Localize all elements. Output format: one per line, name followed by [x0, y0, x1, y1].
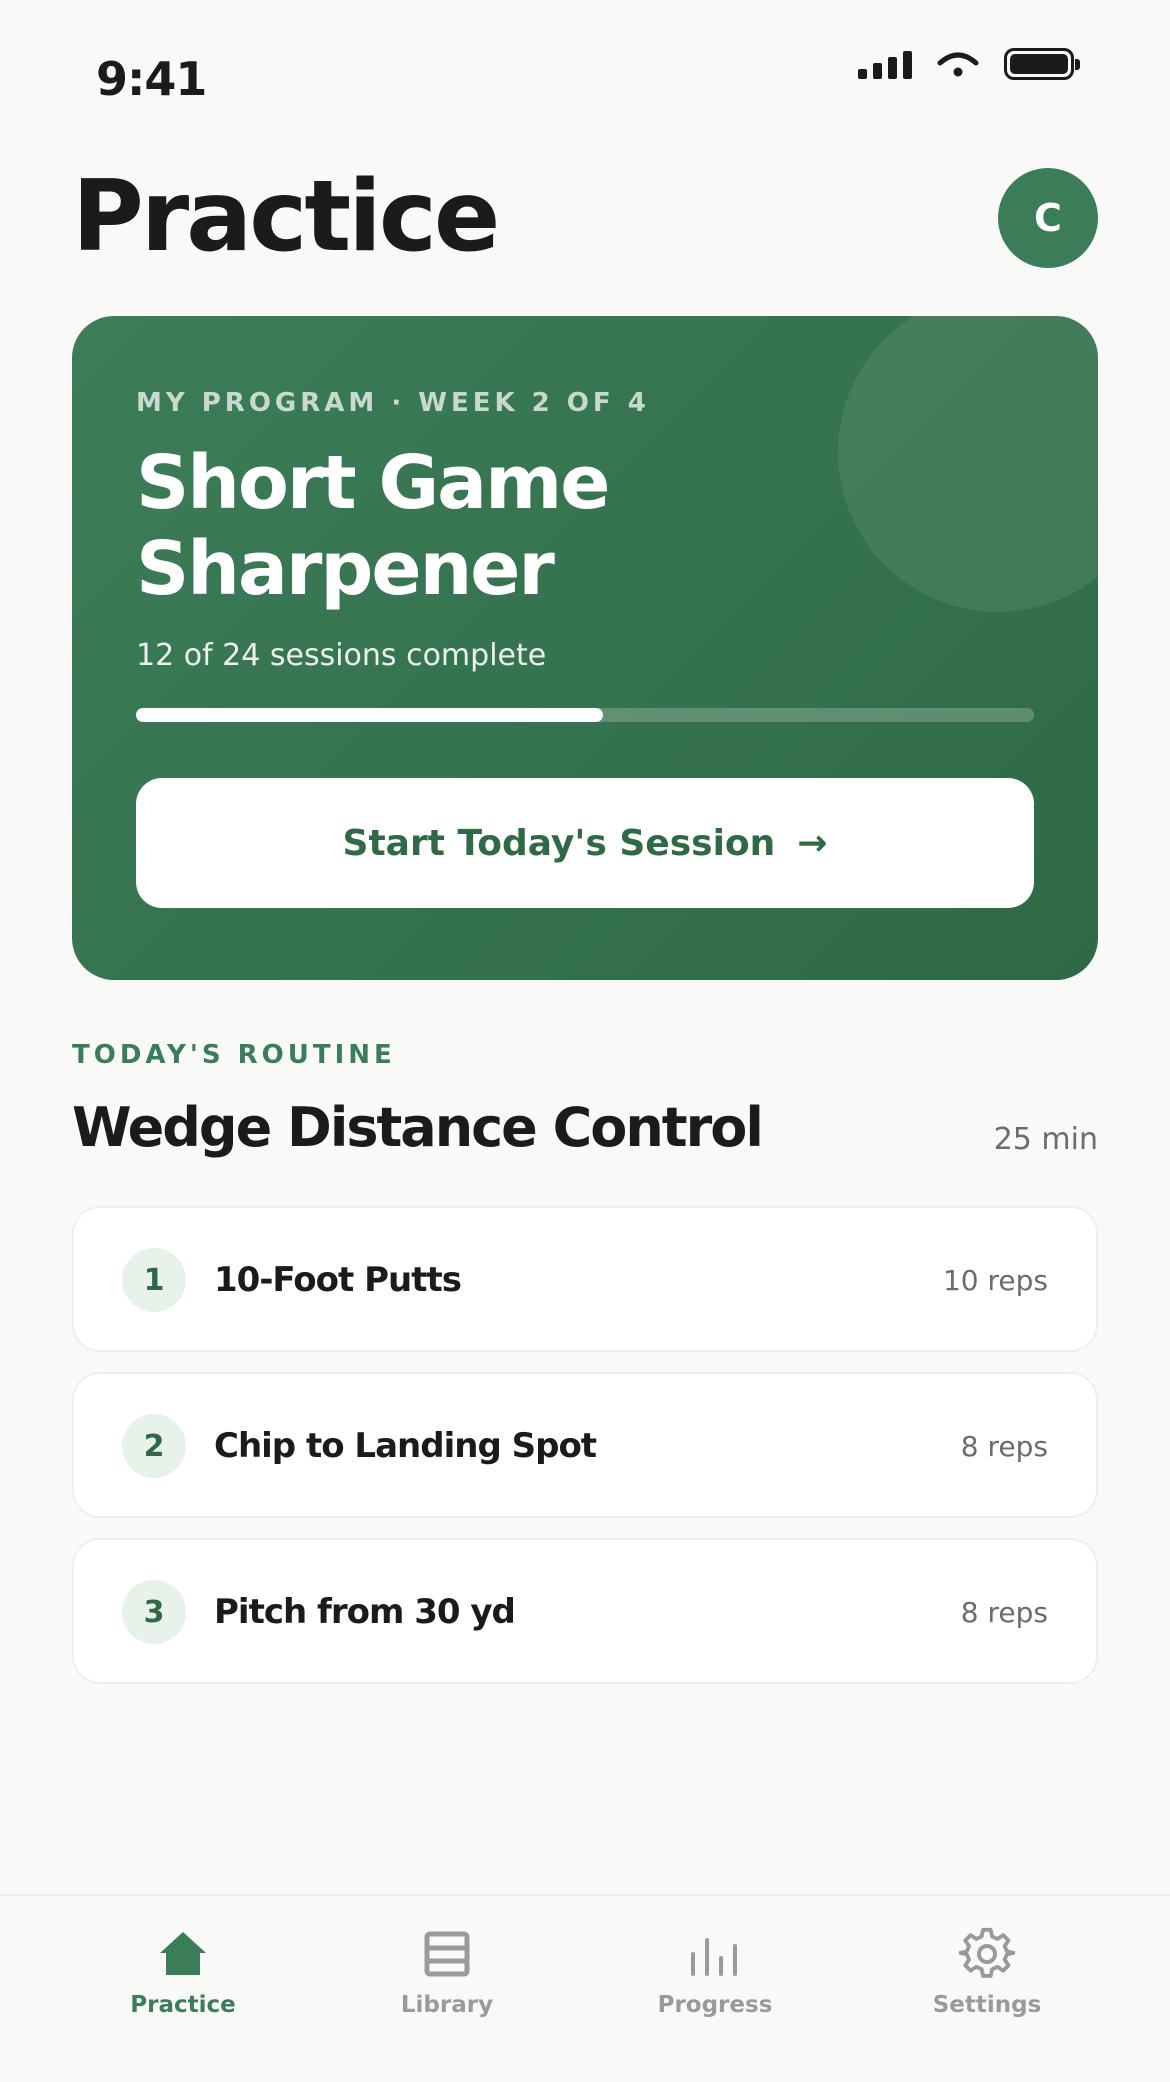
battery-icon [1004, 48, 1080, 80]
program-progress-text: 12 of 24 sessions complete [136, 638, 547, 673]
status-bar: 9:41 [0, 0, 1170, 150]
status-icons [858, 48, 1080, 80]
drill-number-badge: 2 [122, 1414, 186, 1478]
program-title: Short Game Sharpener [136, 440, 610, 612]
tab-library[interactable]: Library [347, 1926, 547, 2018]
program-eyebrow: MY PROGRAM · WEEK 2 OF 4 [136, 388, 650, 418]
drill-reps: 8 reps [960, 1430, 1048, 1463]
drill-name: Chip to Landing Spot [214, 1426, 597, 1466]
tab-progress[interactable]: Progress [615, 1926, 815, 2018]
drill-item[interactable]: 2 Chip to Landing Spot 8 reps [72, 1372, 1098, 1518]
avatar[interactable]: C [998, 168, 1098, 268]
start-session-label: Start Today's Session [342, 822, 776, 864]
drill-name: 10-Foot Putts [214, 1260, 462, 1300]
drill-item[interactable]: 1 10-Foot Putts 10 reps [72, 1206, 1098, 1352]
routine-title: Wedge Distance Control [72, 1096, 764, 1159]
wifi-icon [937, 52, 979, 77]
routine-duration: 25 min [993, 1122, 1098, 1157]
tab-bar: Practice Library Progress Settings [0, 1894, 1170, 2082]
drill-item[interactable]: 3 Pitch from 30 yd 8 reps [72, 1538, 1098, 1684]
tab-practice[interactable]: Practice [83, 1926, 283, 2018]
drill-number-badge: 3 [122, 1580, 186, 1644]
start-session-button[interactable]: Start Today's Session → [136, 778, 1034, 908]
tab-label: Practice [130, 1992, 236, 2018]
home-icon [155, 1926, 211, 1982]
arrow-right-icon: → [797, 822, 828, 864]
drill-number-badge: 1 [122, 1248, 186, 1312]
gear-icon [959, 1926, 1015, 1982]
program-card[interactable]: MY PROGRAM · WEEK 2 OF 4 Short Game Shar… [72, 316, 1098, 980]
page-title: Practice [72, 160, 500, 274]
tab-label: Library [400, 1992, 494, 2018]
routine-eyebrow: TODAY'S ROUTINE [72, 1040, 396, 1070]
drill-name: Pitch from 30 yd [214, 1592, 516, 1632]
decorative-circle [838, 316, 1098, 612]
status-time: 9:41 [96, 52, 207, 106]
tab-label: Settings [932, 1992, 1042, 2018]
drill-reps: 8 reps [960, 1596, 1048, 1629]
program-progress-bar [136, 708, 1034, 722]
program-progress-fill [136, 708, 603, 722]
bar-chart-icon [687, 1926, 743, 1982]
tab-label: Progress [657, 1992, 773, 2018]
drill-reps: 10 reps [942, 1264, 1048, 1297]
tab-settings[interactable]: Settings [887, 1926, 1087, 2018]
cellular-signal-icon [858, 49, 912, 79]
library-icon [419, 1926, 475, 1982]
